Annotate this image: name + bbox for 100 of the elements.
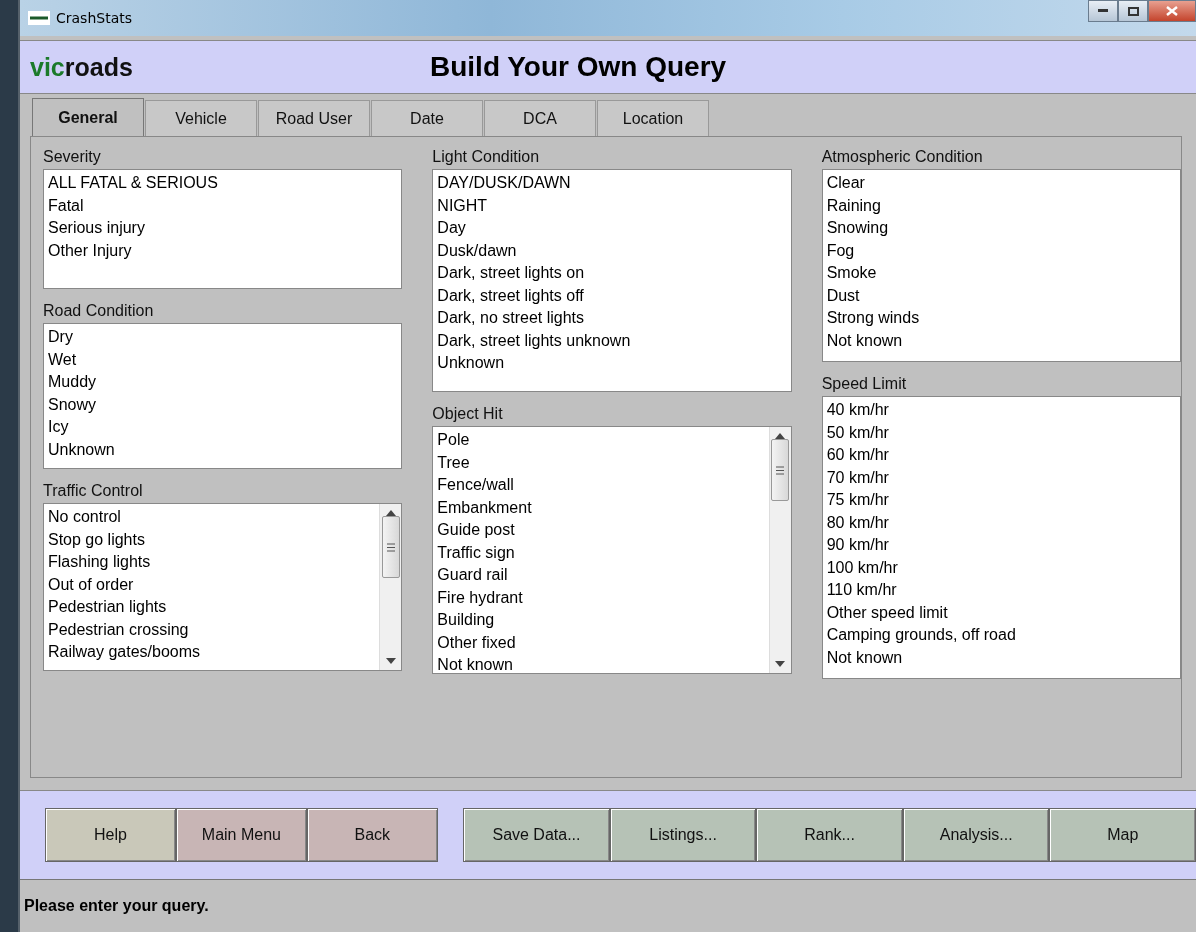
list-item[interactable]: Dark, street lights off [437, 284, 584, 307]
tab[interactable]: Vehicle [145, 100, 257, 136]
list-item[interactable]: ALL FATAL & SERIOUS [48, 172, 218, 195]
scrollbar[interactable] [768, 427, 791, 673]
list-item[interactable]: Other speed limit [826, 601, 948, 624]
list-box[interactable]: ALL FATAL & SERIOUS Fatal Serious injury Other Injury [43, 169, 403, 289]
action-button[interactable]: Back [306, 808, 438, 862]
action-button[interactable]: Rank... [756, 808, 903, 862]
scroll-down-icon[interactable] [775, 661, 786, 667]
action-button[interactable]: Map [1049, 808, 1196, 862]
list-item[interactable]: Dark, street lights unknown [437, 329, 631, 352]
list-item[interactable]: Guide post [437, 519, 515, 542]
list-label: Road Condition [43, 302, 154, 320]
list-item[interactable]: Flashing lights [48, 551, 151, 574]
list-item[interactable]: DAY/DUSK/DAWN [437, 172, 571, 195]
list-box[interactable]: No control Stop go lights Flashing lights Out of order Pedestrian lights Pedestrian crossing Railway gates/booms [43, 503, 403, 671]
list-box[interactable]: 40 km/hr 50 km/hr 60 km/hr 70 km/hr 75 km/hr 80 km/hr 90 km/hr 100 km/hr 110 km/hr Other speed limit Camping grounds, off road Not known [821, 396, 1181, 679]
list-item[interactable]: Icy [48, 416, 69, 439]
list-item[interactable]: Unknown [48, 438, 115, 461]
list-item[interactable]: Dusk/dawn [437, 239, 517, 262]
list-item[interactable]: 50 km/hr [826, 421, 889, 444]
list-item[interactable]: Other Injury [48, 239, 132, 262]
maximize-icon [1127, 6, 1139, 16]
list-item[interactable]: 80 km/hr [826, 511, 889, 534]
list-item[interactable]: Clear [826, 172, 865, 195]
list-label: Speed Limit [821, 375, 907, 393]
list-item[interactable]: Dark, street lights on [437, 262, 585, 285]
scrollbar[interactable] [379, 504, 402, 670]
list-item[interactable]: 110 km/hr [826, 579, 897, 602]
tab[interactable]: DCA [484, 100, 596, 136]
list-item[interactable]: Camping grounds, off road [826, 624, 1016, 647]
list-item[interactable]: Embankment [437, 496, 532, 519]
status-text: Please enter your query. [24, 897, 209, 915]
list-item[interactable]: Day [437, 217, 466, 240]
tab[interactable]: Location [597, 100, 709, 136]
tab[interactable]: General [32, 98, 144, 136]
grip-icon [386, 542, 395, 552]
list-item[interactable]: Not known [437, 654, 513, 673]
list-item[interactable]: 90 km/hr [826, 534, 889, 557]
list-item[interactable]: Stop go lights [48, 528, 145, 551]
list-item[interactable]: Pedestrian lights [48, 596, 167, 619]
list-item[interactable]: Not known [826, 646, 903, 669]
list-item[interactable]: Snowing [826, 217, 889, 240]
list-item[interactable]: Smoke [826, 262, 877, 285]
list-item[interactable]: NIGHT [437, 194, 488, 217]
list-item[interactable]: Unknown [437, 352, 505, 375]
list-item[interactable]: Railway gates/booms [48, 641, 201, 664]
list-box[interactable]: Clear Raining Snowing Fog Smoke Dust Strong winds Not known [821, 169, 1181, 362]
grip-icon [776, 465, 785, 475]
page-title: Build Your Own Query [430, 51, 727, 83]
list-item[interactable]: Pole [437, 429, 470, 452]
list-item[interactable]: 60 km/hr [826, 444, 889, 467]
scroll-down-icon[interactable] [385, 658, 396, 664]
list-item[interactable]: Guard rail [437, 564, 508, 587]
action-button[interactable]: Listings... [609, 808, 757, 862]
minimize-button[interactable] [1088, 0, 1118, 22]
action-button[interactable]: Save Data... [463, 808, 610, 862]
list-item[interactable]: Muddy [48, 371, 97, 394]
list-item[interactable]: Dust [826, 284, 860, 307]
list-item[interactable]: Raining [826, 194, 881, 217]
list-item[interactable]: Serious injury [48, 217, 145, 240]
list-item[interactable]: Fire hydrant [437, 586, 523, 609]
action-button[interactable]: Analysis... [902, 808, 1050, 862]
list-label: Object Hit [432, 405, 503, 423]
list-item[interactable]: Snowy [48, 393, 97, 416]
list-item[interactable]: 100 km/hr [826, 556, 898, 579]
list-item[interactable]: Building [437, 609, 495, 632]
list-item[interactable]: No control [48, 506, 121, 529]
list-item[interactable]: 75 km/hr [826, 489, 889, 512]
list-item[interactable]: Fence/wall [437, 474, 514, 497]
list-item[interactable]: Fatal [48, 194, 84, 217]
list-box[interactable]: Pole Tree Fence/wall Embankment Guide post Traffic sign Guard rail Fire hydrant Building Other fixed Not known [432, 426, 792, 674]
list-item[interactable]: Other fixed [437, 631, 516, 654]
maximize-button[interactable] [1118, 0, 1148, 22]
list-label: Traffic Control [43, 482, 143, 500]
action-button[interactable]: Main Menu [175, 808, 307, 862]
list-item[interactable]: Pedestrian crossing [48, 618, 189, 641]
close-button[interactable] [1148, 0, 1196, 22]
list-item[interactable]: Tree [437, 451, 470, 474]
list-item[interactable]: Dry [48, 326, 73, 349]
list-item[interactable]: Dark, no street lights [437, 307, 585, 330]
list-box[interactable]: DAY/DUSK/DAWN NIGHT Day Dusk/dawn Dark, street lights on Dark, street lights off Dark, no street lights Dark, street lights unknown Unknown [432, 169, 792, 392]
list-item[interactable]: Out of order [48, 573, 134, 596]
list-item[interactable]: 40 km/hr [826, 399, 889, 422]
action-button[interactable]: Help [45, 808, 176, 862]
close-icon [1166, 6, 1178, 16]
list-box[interactable]: Dry Wet Muddy Snowy Icy Unknown [43, 323, 403, 469]
list-label: Atmospheric Condition [821, 148, 983, 166]
minimize-icon [1098, 9, 1108, 13]
list-item[interactable]: Wet [48, 348, 77, 371]
list-label: Light Condition [432, 148, 540, 166]
list-item[interactable]: 70 km/hr [826, 466, 889, 489]
list-item[interactable]: Strong winds [826, 307, 920, 330]
list-item[interactable]: Not known [826, 329, 903, 352]
tab[interactable]: Date [371, 100, 483, 136]
list-label: Severity [43, 148, 101, 166]
list-item[interactable]: Fog [826, 239, 855, 262]
tab[interactable]: Road User [258, 100, 370, 136]
list-item[interactable]: Traffic sign [437, 541, 515, 564]
window-title: CrashStats [56, 10, 133, 26]
